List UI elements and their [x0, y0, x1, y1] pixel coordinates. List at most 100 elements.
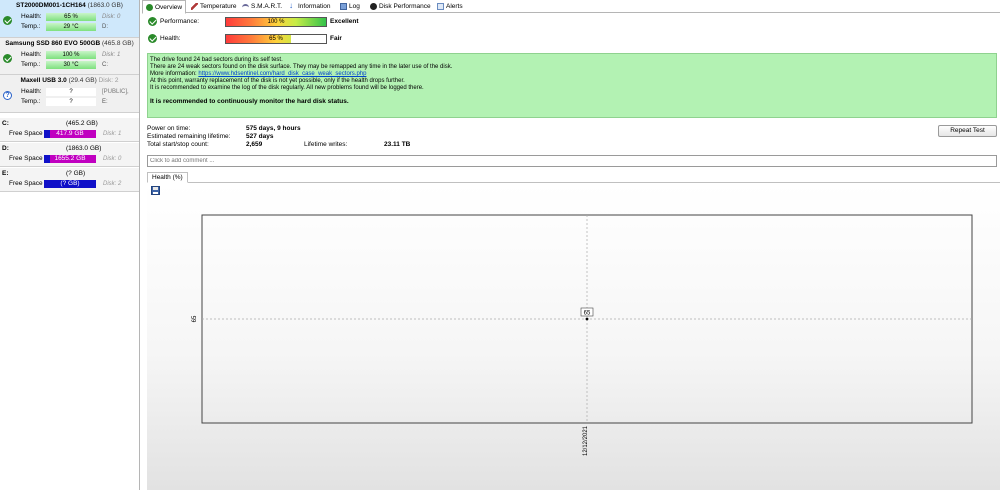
- recommendation-text: It is recommended to continuously monito…: [150, 98, 349, 105]
- disk-entry-2[interactable]: Maxell USB 3.0 (29.4 GB) Disk: 2 ? Healt…: [0, 75, 139, 113]
- health-label: Health:: [160, 35, 181, 42]
- more-info-label: More information:: [150, 71, 199, 77]
- health-value: ?: [46, 88, 96, 96]
- free-space-bar: 417.9 GB: [44, 130, 96, 138]
- disk-index: Disk: 1: [102, 52, 121, 58]
- start-stop-label: Total start/stop count:: [147, 141, 209, 148]
- free-space-label: Free Space: [9, 155, 43, 162]
- partition-size: (1863.0 GB): [66, 145, 102, 152]
- partition-e[interactable]: E: (? GB) Free Space (? GB) Disk: 2: [0, 168, 139, 192]
- disk-capacity: (465.8 GB): [102, 40, 134, 47]
- more-info-link[interactable]: https://www.hdsentinel.com/hard_disk_cas…: [198, 71, 366, 77]
- partition-letter: E:: [2, 170, 9, 177]
- drive-letters: C:: [102, 62, 108, 68]
- free-space-label: Free Space: [9, 130, 43, 137]
- disk-name: Maxell USB 3.0: [20, 77, 67, 84]
- message-line: The drive found 24 bad sectors during it…: [150, 57, 283, 63]
- disk-list-panel: ST2000DM001-1CH164 (1863.0 GB) Health: 6…: [0, 0, 140, 490]
- check-icon: [148, 34, 157, 43]
- tab-label: Temperature: [200, 3, 237, 10]
- disk-name: Samsung SSD 860 EVO 500GB: [5, 40, 101, 47]
- drive-letters: D:: [102, 24, 108, 30]
- tab-health-percent[interactable]: Health (%): [147, 172, 188, 183]
- message-line: At this point, warranty replacement of t…: [150, 78, 405, 84]
- disk-health-row: Health: ? [PUBLIC],: [0, 87, 139, 97]
- tab-label: Log: [349, 3, 360, 10]
- data-point: [585, 317, 589, 321]
- health-label: Health:: [21, 13, 42, 20]
- disk-performance-icon: [370, 3, 377, 10]
- disk-temp-row: Temp.: 30 °C C:: [0, 60, 139, 70]
- partition-d[interactable]: D: (1863.0 GB) Free Space 1655.2 GB Disk…: [0, 143, 139, 167]
- health-row: Health: 65 % Fair: [147, 33, 447, 45]
- partition-letter: C:: [2, 120, 9, 127]
- disk-entry-0[interactable]: ST2000DM001-1CH164 (1863.0 GB) Health: 6…: [0, 0, 139, 38]
- free-space-label: Free Space: [9, 180, 43, 187]
- message-line: It is recommended to examine the log of …: [150, 85, 424, 91]
- disk-capacity: (1863.0 GB): [87, 2, 123, 9]
- tab-label: Disk Performance: [379, 3, 431, 10]
- disk-title: ST2000DM001-1CH164 (1863.0 GB): [0, 0, 139, 12]
- tab-smart[interactable]: S.M.A.R.T.: [239, 0, 282, 13]
- y-tick-label: 65: [192, 315, 198, 322]
- performance-percent: 100 %: [267, 19, 285, 25]
- disk-volume-label: [PUBLIC],: [102, 89, 129, 95]
- tab-log[interactable]: Log: [337, 0, 360, 13]
- partition-c[interactable]: C: (465.2 GB) Free Space 417.9 GB Disk: …: [0, 118, 139, 142]
- disk-name: ST2000DM001-1CH164: [16, 2, 86, 9]
- tab-label: Alerts: [446, 3, 463, 10]
- temp-label: Temp.:: [21, 23, 41, 30]
- info-icon: ↓: [289, 1, 293, 10]
- temp-label: Temp.:: [21, 98, 41, 105]
- performance-row: Performance: 100 % Excellent: [147, 16, 447, 28]
- check-icon: [148, 17, 157, 26]
- health-value: 65 %: [46, 13, 96, 21]
- disk-index-title: Disk: 2: [98, 77, 119, 84]
- x-tick-label: 12/12/2021: [583, 425, 589, 456]
- lifetime-writes-label: Lifetime writes:: [304, 141, 348, 148]
- power-on-value: 575 days, 9 hours: [246, 125, 301, 132]
- status-message-box: The drive found 24 bad sectors during it…: [147, 53, 997, 118]
- tab-label: S.M.A.R.T.: [251, 3, 283, 10]
- tab-information[interactable]: ↓ Information: [286, 0, 331, 13]
- repeat-test-button[interactable]: Repeat Test: [938, 125, 997, 137]
- thermometer-icon: [191, 3, 198, 10]
- lifetime-label: Estimated remaining lifetime:: [147, 133, 231, 140]
- disk-health-row: Health: 100 % Disk: 1: [0, 50, 139, 60]
- lifetime-value: 527 days: [246, 133, 274, 140]
- disk-index: Disk: 0: [102, 14, 121, 20]
- disk-entry-1[interactable]: Samsung SSD 860 EVO 500GB (465.8 GB) Hea…: [0, 38, 139, 75]
- partition-size: (? GB): [66, 170, 86, 177]
- health-bar: 65 %: [225, 34, 327, 44]
- start-stop-value: 2,659: [246, 141, 263, 148]
- performance-label: Performance:: [160, 18, 200, 25]
- tab-temperature[interactable]: Temperature: [188, 0, 237, 13]
- smart-icon: [242, 4, 249, 11]
- tab-alerts[interactable]: Alerts: [434, 0, 463, 13]
- disk-title: Samsung SSD 860 EVO 500GB (465.8 GB): [0, 38, 139, 50]
- partition-disk: Disk: 2: [103, 181, 122, 187]
- power-on-label: Power on time:: [147, 125, 191, 132]
- tab-overview[interactable]: Overview: [142, 0, 186, 14]
- data-label: 65: [584, 311, 591, 317]
- temp-value: 30 °C: [46, 61, 96, 69]
- health-chart: 65 12/12/2021 65: [192, 214, 973, 456]
- free-space-bar: 1655.2 GB: [44, 155, 96, 163]
- partition-size: (465.2 GB): [66, 120, 98, 127]
- health-value: 100 %: [46, 51, 96, 59]
- check-icon: [146, 4, 153, 11]
- tab-label: Information: [298, 3, 331, 10]
- health-percent: 65 %: [269, 36, 283, 42]
- health-label: Health:: [21, 88, 42, 95]
- disk-title: Maxell USB 3.0 (29.4 GB) Disk: 2: [0, 75, 139, 87]
- partition-disk: Disk: 1: [103, 131, 122, 137]
- temp-value: 29 °C: [46, 23, 96, 31]
- performance-rating: Excellent: [330, 18, 359, 25]
- message-line: More information: https://www.hdsentinel…: [150, 71, 994, 78]
- tab-bar: Overview Temperature S.M.A.R.T. ↓ Inform…: [142, 0, 1000, 14]
- health-label: Health:: [21, 51, 42, 58]
- log-icon: [340, 3, 347, 10]
- comment-input[interactable]: [147, 155, 997, 167]
- tab-disk-performance[interactable]: Disk Performance: [367, 0, 431, 13]
- performance-bar: 100 %: [225, 17, 327, 27]
